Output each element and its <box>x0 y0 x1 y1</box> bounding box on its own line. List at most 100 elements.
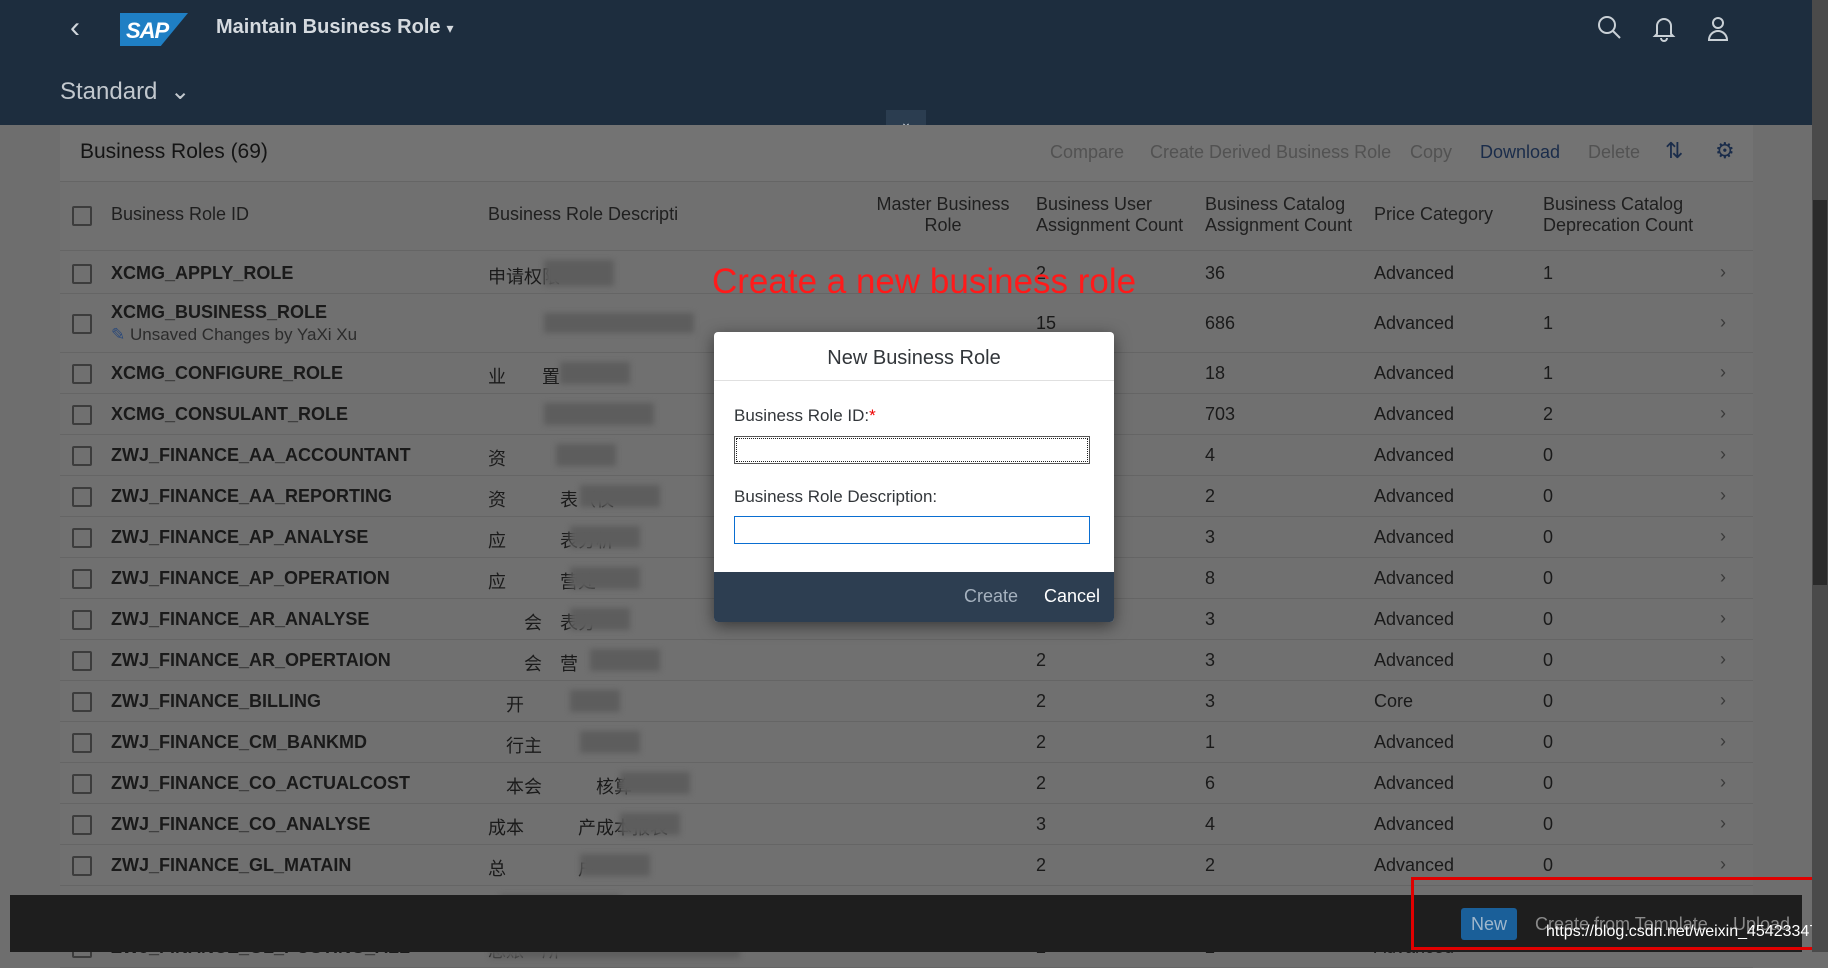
variant-selector[interactable]: Standard ⌄ <box>60 77 190 106</box>
bell-icon[interactable] <box>1650 14 1678 42</box>
user-icon[interactable] <box>1704 14 1732 42</box>
row-navigate-icon[interactable]: › <box>1720 362 1726 383</box>
row-checkbox[interactable] <box>72 691 92 712</box>
row-checkbox[interactable] <box>72 445 92 466</box>
row-checkbox[interactable] <box>72 650 92 671</box>
select-all-checkbox[interactable] <box>72 206 92 226</box>
redaction-blur <box>560 361 630 384</box>
role-id-input[interactable] <box>734 436 1090 464</box>
row-price-category: Advanced <box>1374 567 1455 588</box>
col-catalog-assignment-count[interactable]: Business Catalog Assignment Count <box>1205 194 1355 236</box>
table-row[interactable]: ZWJ_FINANCE_CM_BANKMD 行主 2 1 Advanced 0 › <box>60 721 1753 763</box>
row-checkbox[interactable] <box>72 363 92 384</box>
row-deprecation-count: 0 <box>1543 772 1554 793</box>
row-user-count: 2 <box>1036 772 1047 793</box>
redaction-blur <box>620 771 690 794</box>
row-business-role-id: ZWJ_FINANCE_AA_ACCOUNTANT <box>111 444 411 465</box>
row-catalog-count: 18 <box>1205 362 1226 383</box>
row-checkbox[interactable] <box>72 609 92 630</box>
row-checkbox[interactable] <box>72 855 92 876</box>
row-navigate-icon[interactable]: › <box>1720 567 1726 588</box>
row-checkbox[interactable] <box>72 814 92 835</box>
row-catalog-count: 3 <box>1205 649 1216 670</box>
row-navigate-icon[interactable]: › <box>1720 649 1726 670</box>
settings-icon[interactable]: ⚙ <box>1715 138 1735 164</box>
col-master-business-role[interactable]: Master Business Role <box>868 194 1018 236</box>
row-navigate-icon[interactable]: › <box>1720 772 1726 793</box>
row-deprecation-count: 0 <box>1543 608 1554 629</box>
row-business-role-id: XCMG_APPLY_ROLE <box>111 262 294 283</box>
row-business-role-id: ZWJ_FINANCE_CO_ANALYSE <box>111 813 371 834</box>
role-description-label: Business Role Description: <box>734 487 938 506</box>
row-checkbox[interactable] <box>72 263 92 284</box>
col-price-category[interactable]: Price Category <box>1374 204 1493 225</box>
table-row[interactable]: ZWJ_FINANCE_CO_ANALYSE 成本 产成本报表 3 4 Advanced… <box>60 803 1753 845</box>
row-catalog-count: 8 <box>1205 567 1216 588</box>
search-icon[interactable] <box>1595 14 1623 42</box>
sap-logo[interactable]: SAP <box>120 13 188 46</box>
redaction-blur <box>620 812 680 835</box>
row-navigate-icon[interactable]: › <box>1720 608 1726 629</box>
row-description: 业 置 <box>488 366 560 387</box>
table-row[interactable]: ZWJ_FINANCE_BILLING 开 2 3 Core 0 › <box>60 680 1753 722</box>
scrollbar-thumb[interactable] <box>1813 200 1827 585</box>
back-icon[interactable]: ‹ <box>70 13 94 43</box>
row-navigate-icon[interactable]: › <box>1720 731 1726 752</box>
redaction-blur <box>544 259 614 286</box>
redaction-blur <box>590 648 660 671</box>
row-checkbox[interactable] <box>72 404 92 425</box>
col-business-role-description[interactable]: Business Role Descripti <box>488 204 678 225</box>
chevron-down-icon: ⌄ <box>170 78 191 105</box>
dialog-footer: Create Cancel <box>714 572 1114 622</box>
row-business-role-id: XCMG_CONFIGURE_ROLE <box>111 362 344 383</box>
row-checkbox[interactable] <box>72 732 92 753</box>
role-description-input[interactable] <box>734 516 1090 544</box>
row-navigate-icon[interactable]: › <box>1720 312 1726 333</box>
cancel-button[interactable]: Cancel <box>1044 586 1100 607</box>
col-catalog-deprecation-count[interactable]: Business Catalog Deprecation Count <box>1543 194 1713 236</box>
row-price-category: Advanced <box>1374 403 1455 424</box>
table-row[interactable]: ZWJ_FINANCE_CO_ACTUALCOST 本会 核算 2 6 Advance… <box>60 762 1753 804</box>
row-price-category: Advanced <box>1374 731 1455 752</box>
copy-button[interactable]: Copy <box>1410 142 1452 163</box>
row-business-role-id: ZWJ_FINANCE_CM_BANKMD <box>111 731 368 752</box>
row-checkbox[interactable] <box>72 568 92 589</box>
role-id-label: Business Role ID:* <box>734 406 876 426</box>
row-checkbox[interactable] <box>72 527 92 548</box>
sort-icon[interactable]: ⇅ <box>1665 138 1683 164</box>
row-price-category: Advanced <box>1374 444 1455 465</box>
row-navigate-icon[interactable]: › <box>1720 262 1726 283</box>
col-user-assignment-count[interactable]: Business User Assignment Count <box>1036 194 1186 236</box>
row-navigate-icon[interactable]: › <box>1720 813 1726 834</box>
row-navigate-icon[interactable]: › <box>1720 444 1726 465</box>
row-description: 会 营 <box>488 653 578 674</box>
row-price-category: Core <box>1374 690 1414 711</box>
row-checkbox[interactable] <box>72 773 92 794</box>
new-business-role-dialog: New Business Role Business Role ID:* Bus… <box>714 332 1114 622</box>
row-business-role-id: ZWJ_FINANCE_AP_OPERATION <box>111 567 390 588</box>
compare-button[interactable]: Compare <box>1050 142 1124 163</box>
row-catalog-count: 3 <box>1205 690 1216 711</box>
row-navigate-icon[interactable]: › <box>1720 854 1726 875</box>
row-checkbox[interactable] <box>72 486 92 507</box>
logo-text: SAP <box>126 18 169 43</box>
row-price-category: Advanced <box>1374 813 1455 834</box>
row-deprecation-count: 0 <box>1543 854 1554 875</box>
download-button[interactable]: Download <box>1480 142 1560 163</box>
delete-button[interactable]: Delete <box>1588 142 1640 163</box>
col-business-role-id[interactable]: Business Role ID <box>111 204 249 225</box>
app-title-menu[interactable]: Maintain Business Role ▾ <box>216 16 454 39</box>
redaction-blur <box>570 525 640 548</box>
row-business-role-id: ZWJ_FINANCE_AA_REPORTING <box>111 485 393 506</box>
create-derived-button[interactable]: Create Derived Business Role <box>1150 142 1391 163</box>
row-navigate-icon[interactable]: › <box>1720 690 1726 711</box>
create-button[interactable]: Create <box>964 586 1018 607</box>
row-business-role-id: ZWJ_FINANCE_CO_ACTUALCOST <box>111 772 411 793</box>
table-row[interactable]: ZWJ_FINANCE_AR_OPERTAION 会 营 2 3 Advanced 0 › <box>60 639 1753 681</box>
row-checkbox[interactable] <box>72 313 92 334</box>
row-navigate-icon[interactable]: › <box>1720 485 1726 506</box>
row-navigate-icon[interactable]: › <box>1720 526 1726 547</box>
role-id-label-text: Business Role ID: <box>734 406 870 425</box>
table-toolbar: Business Roles (69) Compare Create Deriv… <box>60 125 1753 182</box>
row-navigate-icon[interactable]: › <box>1720 403 1726 424</box>
